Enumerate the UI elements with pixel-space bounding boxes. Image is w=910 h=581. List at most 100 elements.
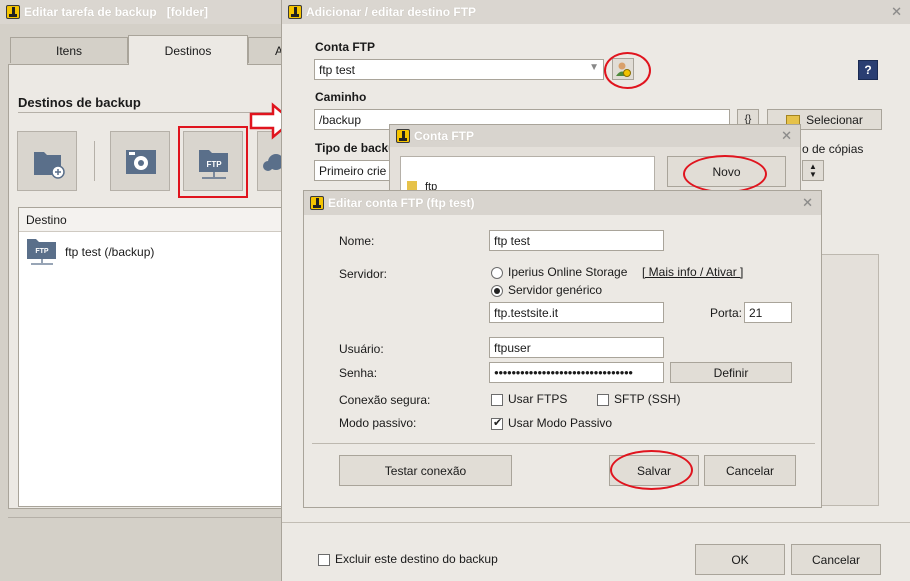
senha-input[interactable]: ●●●●●●●●●●●●●●●●●●●●●●●●●●●●●●●●	[489, 362, 664, 383]
cancel-button[interactable]: Cancelar	[791, 544, 881, 575]
edit-account-divider	[312, 443, 815, 444]
close-icon[interactable]: ✕	[802, 195, 813, 211]
senha-label: Senha:	[339, 366, 378, 380]
cancel-label: Cancelar	[811, 552, 861, 567]
tab-itens[interactable]: Itens	[10, 37, 128, 63]
usuario-value: ftpuser	[494, 340, 531, 355]
porta-input[interactable]: 21	[744, 302, 792, 323]
ftp-folder-icon: FTP	[27, 239, 56, 265]
section-title: Destinos de backup	[18, 95, 141, 110]
sftp-label: SFTP (SSH)	[614, 392, 681, 406]
tape-drive-icon	[126, 150, 156, 174]
mais-info-link[interactable]: [ Mais info / Ativar ]	[642, 265, 743, 279]
testar-conexao-button[interactable]: Testar conexão	[339, 455, 512, 486]
tab-itens-label: Itens	[55, 43, 82, 58]
radio-online-storage[interactable]: Iperius Online Storage	[491, 265, 627, 279]
folder-plus-icon	[34, 152, 65, 179]
testar-label: Testar conexão	[384, 463, 467, 478]
ok-button[interactable]: OK	[695, 544, 785, 575]
caminho-label: Caminho	[315, 90, 367, 104]
ftps-checkbox[interactable]: Usar FTPS	[491, 392, 567, 406]
help-icon: ?	[864, 63, 872, 77]
ok-label: OK	[731, 552, 749, 567]
usuario-label: Usuário:	[339, 342, 384, 356]
servidor-label: Servidor:	[339, 267, 388, 281]
nome-value: ftp test	[494, 233, 531, 248]
caminho-value: /backup	[319, 112, 362, 127]
usuario-input[interactable]: ftpuser	[489, 337, 664, 358]
definir-label: Definir	[713, 365, 749, 380]
conta-ftp-title: Conta FTP	[414, 129, 474, 143]
ftp-destination-titlebar: Adicionar / editar destino FTP ✕	[282, 0, 910, 24]
list-ftp-icon-text: FTP	[35, 248, 49, 255]
list-item-label: ftp test (/backup)	[65, 245, 155, 259]
server-value: ftp.testsite.it	[494, 305, 559, 320]
passivo-checkbox[interactable]: Usar Modo Passivo	[491, 416, 612, 430]
sftp-checkbox[interactable]: SFTP (SSH)	[597, 392, 680, 406]
divider-vertical	[94, 141, 95, 181]
app-logo-icon	[396, 129, 410, 143]
app-logo-icon	[6, 5, 20, 19]
edit-account-dialog: Editar conta FTP (ftp test) ✕ Nome: ftp …	[303, 190, 822, 508]
tab-destinos[interactable]: Destinos	[128, 35, 248, 65]
ftps-check-icon	[491, 393, 503, 406]
close-icon[interactable]: ✕	[891, 4, 902, 20]
destination-list: Destino FTP ftp test (/backup)	[18, 207, 291, 507]
list-item[interactable]: FTP ftp test (/backup)	[19, 232, 290, 272]
spin-down-icon: ▼	[809, 169, 817, 179]
main-window: Editar tarefa de backup [folder] Itens D…	[0, 0, 291, 581]
cancelar-label: Cancelar	[725, 463, 775, 478]
porta-value: 21	[749, 305, 763, 320]
add-tape-destination-button[interactable]	[110, 131, 170, 191]
help-button[interactable]: ?	[858, 60, 878, 80]
radio-generic-server[interactable]: Servidor genérico	[491, 283, 602, 297]
folder-icon	[786, 114, 801, 125]
passivo-option-label: Usar Modo Passivo	[508, 416, 613, 430]
tipo-backup-value: Primeiro crie u	[319, 163, 397, 178]
accounts-button-highlight	[604, 52, 651, 89]
radio-generic-icon	[491, 284, 503, 297]
conta-ftp-select[interactable]: ftp test ▼	[314, 59, 604, 80]
sftp-check-icon	[597, 393, 609, 406]
main-window-titlebar: Editar tarefa de backup [folder]	[0, 0, 290, 24]
ftps-label: Usar FTPS	[508, 392, 568, 406]
conta-ftp-label: Conta FTP	[315, 40, 375, 54]
close-icon[interactable]: ✕	[781, 128, 792, 144]
nome-input[interactable]: ftp test	[489, 230, 664, 251]
conta-ftp-value: ftp test	[319, 62, 356, 77]
excluir-label: Excluir este destino do backup	[335, 552, 498, 566]
list-header-label: Destino	[26, 212, 67, 227]
radio-online-icon	[491, 266, 503, 279]
server-input[interactable]: ftp.testsite.it	[489, 302, 664, 323]
app-logo-icon	[288, 5, 302, 19]
destination-list-header[interactable]: Destino	[19, 208, 290, 232]
folder-icon	[407, 181, 417, 190]
salvar-button-highlight	[610, 450, 693, 490]
porta-label: Porta:	[710, 306, 743, 320]
main-window-title: Editar tarefa de backup [folder]	[24, 5, 209, 19]
cancelar-button[interactable]: Cancelar	[704, 455, 796, 486]
conexao-label: Conexão segura:	[339, 393, 431, 407]
radio-online-label: Iperius Online Storage	[508, 265, 628, 279]
dialog-bottom-divider	[282, 522, 910, 523]
conta-ftp-titlebar: Conta FTP ✕	[390, 125, 800, 147]
copias-label: o de cópias	[802, 142, 864, 156]
senha-value: ●●●●●●●●●●●●●●●●●●●●●●●●●●●●●●●●	[494, 368, 633, 377]
ftp-destination-title: Adicionar / editar destino FTP	[306, 5, 477, 19]
excluir-checkbox[interactable]: Excluir este destino do backup	[318, 552, 498, 566]
tab-destinos-label: Destinos	[164, 43, 212, 58]
chevron-down-icon: ▼	[589, 62, 599, 73]
passivo-check-icon	[491, 416, 503, 430]
copias-spinner[interactable]: ▲ ▼	[802, 160, 824, 181]
novo-button-highlight	[683, 155, 767, 193]
radio-generic-label: Servidor genérico	[508, 283, 603, 297]
edit-account-titlebar: Editar conta FTP (ftp test) ✕	[304, 191, 821, 215]
app-logo-icon	[310, 196, 324, 210]
definir-button[interactable]: Definir	[670, 362, 792, 383]
bottom-divider	[8, 517, 290, 518]
edit-account-title: Editar conta FTP (ftp test)	[328, 196, 475, 210]
passivo-label: Modo passivo:	[339, 416, 417, 430]
selecionar-label: Selecionar	[806, 112, 863, 127]
nome-label: Nome:	[339, 234, 375, 248]
add-folder-destination-button[interactable]	[17, 131, 77, 191]
